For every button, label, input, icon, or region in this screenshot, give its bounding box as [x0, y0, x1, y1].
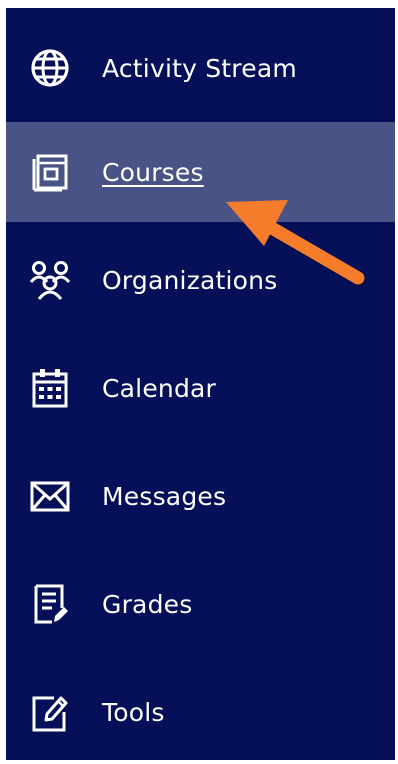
tools-edit-icon — [28, 690, 72, 734]
navigation-sidebar: Activity Stream Courses Organizations Ca… — [6, 8, 395, 760]
nav-item-organizations[interactable]: Organizations — [6, 230, 395, 330]
nav-item-label: Calendar — [102, 373, 217, 403]
nav-item-label: Courses — [102, 157, 204, 187]
nav-item-calendar[interactable]: Calendar — [6, 338, 395, 438]
nav-item-label: Organizations — [102, 265, 278, 295]
grades-icon — [28, 582, 72, 626]
people-group-icon — [28, 258, 72, 302]
nav-item-messages[interactable]: Messages — [6, 446, 395, 546]
globe-icon — [28, 46, 72, 90]
nav-item-label: Tools — [102, 697, 165, 727]
envelope-icon — [28, 474, 72, 518]
course-book-icon — [28, 150, 72, 194]
nav-item-grades[interactable]: Grades — [6, 554, 395, 654]
nav-item-activity-stream[interactable]: Activity Stream — [6, 18, 395, 118]
nav-item-courses[interactable]: Courses — [6, 122, 395, 222]
nav-item-label: Grades — [102, 589, 193, 619]
nav-item-label: Messages — [102, 481, 227, 511]
calendar-icon — [28, 366, 72, 410]
nav-item-tools[interactable]: Tools — [6, 662, 395, 762]
nav-item-label: Activity Stream — [102, 53, 297, 83]
